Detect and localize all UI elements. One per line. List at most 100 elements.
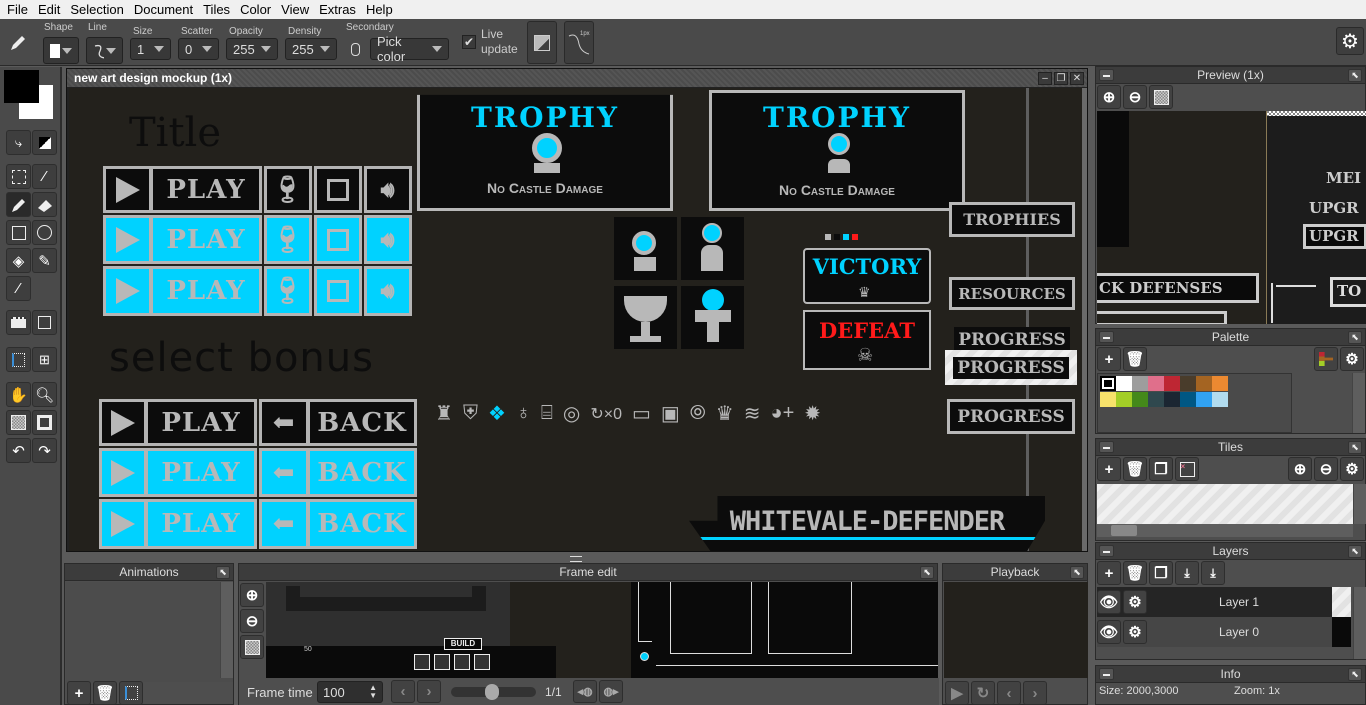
- add-animation-button[interactable]: +: [67, 681, 91, 705]
- prev-frame-button[interactable]: ‹: [391, 680, 415, 703]
- select-animation-button[interactable]: [119, 681, 143, 705]
- play-animation-button[interactable]: ▶: [945, 681, 969, 705]
- menu-tiles[interactable]: Tiles: [198, 2, 235, 17]
- add-selection-tool[interactable]: ⊞: [32, 347, 57, 372]
- magic-wand-tool[interactable]: ⁄: [32, 164, 57, 189]
- palette-scrollbar[interactable]: [1352, 373, 1365, 433]
- ellipse-tool[interactable]: [32, 220, 57, 245]
- palette-swatch[interactable]: [1116, 392, 1132, 407]
- collapse-button[interactable]: [1099, 69, 1114, 81]
- collapse-button[interactable]: [1099, 441, 1114, 453]
- preview-zoom-out-button[interactable]: ⊖: [1123, 85, 1147, 109]
- onion-skin-next-button[interactable]: ◍▸: [599, 680, 623, 703]
- merge-layer-button[interactable]: ⤓: [1175, 561, 1199, 585]
- layer-settings-button[interactable]: ⚙: [1123, 620, 1147, 644]
- undo-button[interactable]: ↶: [6, 438, 31, 463]
- live-update-checkbox[interactable]: ✔: [462, 35, 476, 49]
- tiles-list[interactable]: [1097, 484, 1353, 524]
- delete-animation-button[interactable]: 🗑︎: [93, 681, 117, 705]
- dock-button[interactable]: ⬉: [1348, 69, 1362, 82]
- collapse-button[interactable]: [1099, 668, 1114, 680]
- dock-button[interactable]: ⬉: [920, 566, 934, 579]
- tiles-hscroll-thumb[interactable]: [1111, 525, 1137, 536]
- rect-select-tool[interactable]: [6, 164, 31, 189]
- minimize-window-button[interactable]: –: [1038, 72, 1052, 85]
- horizontal-splitter[interactable]: [570, 556, 582, 562]
- size-dropdown[interactable]: 1: [130, 38, 171, 60]
- frame-slider[interactable]: [451, 684, 536, 700]
- animations-list[interactable]: [66, 582, 233, 682]
- rectangle-tool[interactable]: [6, 220, 31, 245]
- layer-row-layer-0[interactable]: 👁︎ ⚙ Layer 0: [1097, 617, 1351, 647]
- palette-settings-button[interactable]: ⚙: [1340, 347, 1364, 371]
- palette-swatch[interactable]: [1164, 392, 1180, 407]
- transform-tool[interactable]: [32, 310, 57, 335]
- collapse-button[interactable]: [1099, 331, 1114, 343]
- dock-button[interactable]: ⬉: [1348, 668, 1362, 681]
- density-dropdown[interactable]: 255: [285, 38, 337, 60]
- animations-scrollbar[interactable]: [220, 582, 233, 678]
- dock-button[interactable]: ⬉: [1070, 566, 1084, 579]
- menu-color[interactable]: Color: [235, 2, 276, 17]
- frame-zoom-in-button[interactable]: ⊕: [240, 583, 264, 607]
- layer-visibility-toggle[interactable]: 👁︎: [1097, 620, 1121, 644]
- spinner-icon[interactable]: ▲ ▼: [369, 684, 377, 700]
- pressure-curve-button[interactable]: 1px: [564, 21, 594, 64]
- duplicate-tile-button[interactable]: ❐: [1149, 457, 1173, 481]
- line-dropdown[interactable]: [86, 37, 123, 64]
- redo-button[interactable]: ↷: [32, 438, 57, 463]
- settings-button[interactable]: ⚙: [1336, 27, 1364, 55]
- fill-tool[interactable]: ◈: [6, 248, 31, 273]
- next-frame-button[interactable]: ›: [417, 680, 441, 703]
- palette-swatch[interactable]: [1180, 376, 1196, 391]
- add-tile-button[interactable]: +: [1097, 457, 1121, 481]
- swap-colors-button[interactable]: ⤷: [6, 130, 31, 155]
- palette-swatch[interactable]: [1212, 376, 1228, 391]
- palette-swatch[interactable]: [1116, 376, 1132, 391]
- palette-swatch[interactable]: [1132, 392, 1148, 407]
- move-selection-tool[interactable]: [6, 347, 31, 372]
- document-scrollbar[interactable]: [1082, 88, 1087, 551]
- playback-prev-button[interactable]: ‹: [997, 681, 1021, 705]
- pencil-tool[interactable]: ✎: [32, 248, 57, 273]
- preview-grid-button[interactable]: [1149, 85, 1173, 109]
- frame-zoom-out-button[interactable]: ⊖: [240, 609, 264, 633]
- palette-mode-button[interactable]: [1314, 347, 1338, 371]
- dock-button[interactable]: ⬉: [216, 566, 230, 579]
- tiles-hscrollbar[interactable]: [1097, 524, 1353, 537]
- palette-swatch[interactable]: [1132, 376, 1148, 391]
- collapse-button[interactable]: [1099, 545, 1114, 557]
- add-layer-button[interactable]: +: [1097, 561, 1121, 585]
- frame-slider-handle[interactable]: [485, 684, 499, 700]
- duplicate-layer-button[interactable]: ❐: [1149, 561, 1173, 585]
- flatten-layers-button[interactable]: ⤓: [1201, 561, 1225, 585]
- reset-colors-button[interactable]: [32, 130, 57, 155]
- palette-swatch[interactable]: [1196, 392, 1212, 407]
- delete-layer-button[interactable]: 🗑︎: [1123, 561, 1147, 585]
- frame-time-input[interactable]: 100 ▲ ▼: [317, 681, 383, 703]
- onion-skin-prev-button[interactable]: ◂◍: [573, 680, 597, 703]
- menu-edit[interactable]: Edit: [33, 2, 65, 17]
- zoom-tool[interactable]: 🔍︎: [32, 382, 57, 407]
- crop-tool[interactable]: [6, 310, 31, 335]
- menu-selection[interactable]: Selection: [65, 2, 128, 17]
- menu-extras[interactable]: Extras: [314, 2, 361, 17]
- pan-tool[interactable]: ✋: [6, 382, 31, 407]
- drawing-canvas[interactable]: Title select bonus PLAY 🍷︎ 🔊︎ PLAY 🍷︎ 🔊︎…: [69, 88, 1083, 551]
- palette-swatch[interactable]: [1148, 376, 1164, 391]
- delete-color-button[interactable]: 🗑︎: [1123, 347, 1147, 371]
- secondary-dropdown[interactable]: Pick color: [370, 34, 449, 64]
- palette-swatch[interactable]: [1196, 376, 1212, 391]
- preview-zoom-in-button[interactable]: ⊕: [1097, 85, 1121, 109]
- palette-swatch[interactable]: [1100, 376, 1116, 391]
- dock-button[interactable]: ⬉: [1348, 331, 1362, 344]
- opacity-dropdown[interactable]: 255: [226, 38, 278, 60]
- dock-button[interactable]: ⬉: [1348, 545, 1362, 558]
- layer-settings-button[interactable]: ⚙: [1123, 590, 1147, 614]
- close-window-button[interactable]: ✕: [1070, 72, 1084, 85]
- primary-color-swatch[interactable]: [4, 70, 39, 103]
- brush-tool[interactable]: [6, 192, 31, 217]
- color-picker-tool[interactable]: ⁄: [6, 276, 31, 301]
- palette-swatch[interactable]: [1148, 392, 1164, 407]
- frame-preview[interactable]: 50 BUILD: [266, 582, 938, 678]
